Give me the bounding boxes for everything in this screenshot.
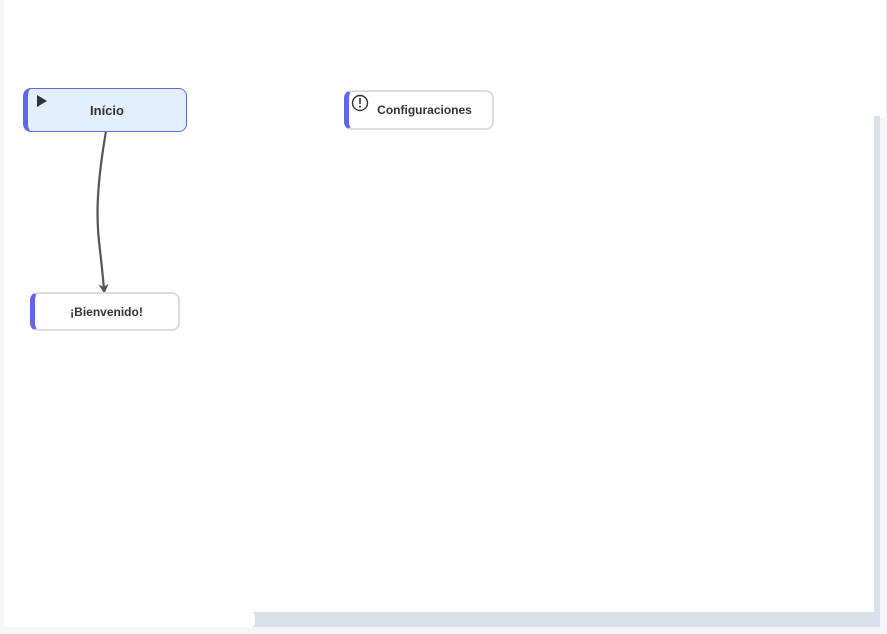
- node-welcome-label: ¡Bienvenido!: [70, 304, 143, 319]
- vertical-scrollbar-thumb[interactable]: [880, 0, 887, 118]
- node-start[interactable]: Início: [23, 88, 187, 132]
- horizontal-scrollbar-thumb[interactable]: [4, 612, 255, 627]
- edge-start-to-welcome[interactable]: [96, 130, 109, 294]
- play-icon: [37, 95, 47, 107]
- node-settings[interactable]: Configuraciones: [344, 90, 494, 130]
- vertical-scrollbar-track[interactable]: [874, 116, 880, 612]
- alert-circle-icon: [351, 94, 369, 112]
- node-start-label: Início: [90, 102, 124, 118]
- node-settings-label: Configuraciones: [377, 103, 472, 117]
- flow-canvas[interactable]: Início Configuraciones ¡Bienvenido!: [4, 0, 880, 627]
- node-welcome[interactable]: ¡Bienvenido!: [30, 292, 180, 331]
